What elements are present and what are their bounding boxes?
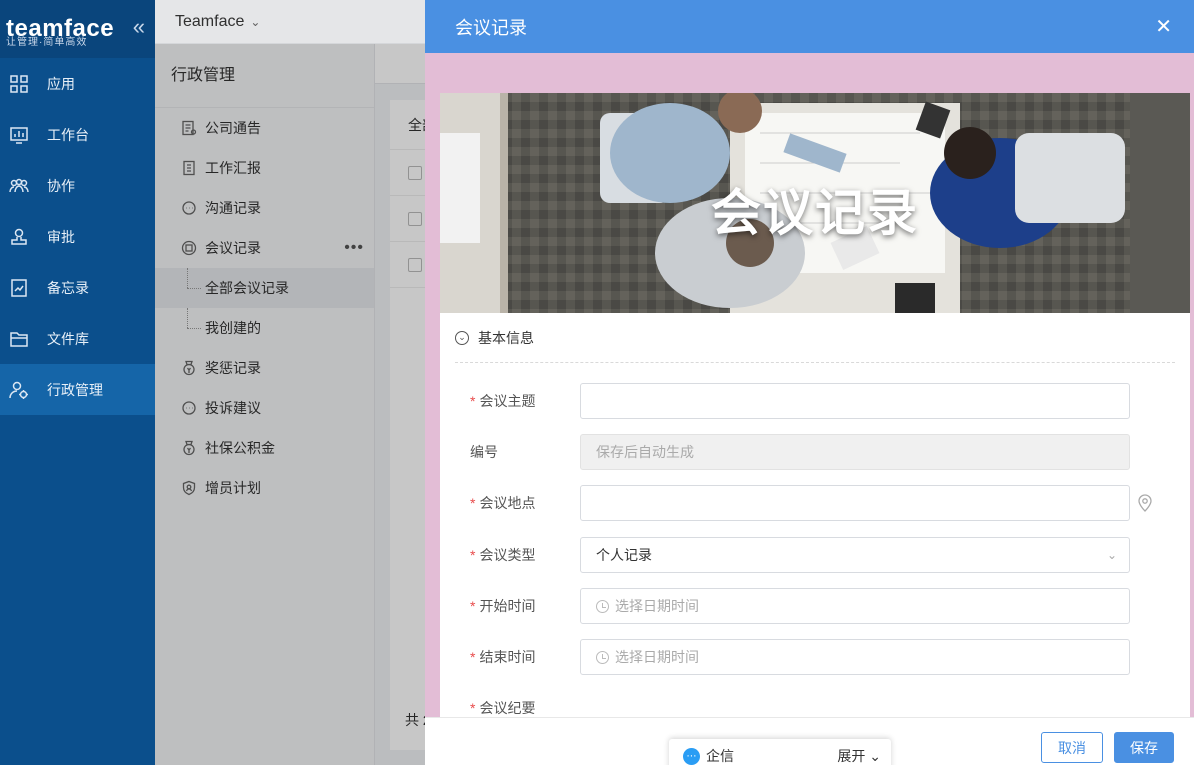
field-label: * 会议主题: [470, 391, 535, 411]
required-mark: *: [470, 495, 476, 511]
nav-item-collab[interactable]: 协作: [0, 160, 155, 211]
cancel-button[interactable]: 取消: [1041, 732, 1103, 763]
meeting-record-drawer: 会议记录 ✕ 会议记录 ⌄ 基本信息 * 会议主题 编号 保存后自动生成 * 会…: [425, 0, 1194, 765]
required-mark: *: [470, 393, 476, 409]
nav-item-label: 工作台: [47, 126, 89, 143]
type-selected-value: 个人记录: [596, 547, 652, 563]
field-label: * 结束时间: [470, 647, 535, 667]
type-select[interactable]: 个人记录 ⌄: [580, 537, 1130, 573]
field-label: * 会议类型: [470, 545, 535, 565]
chat-expand-label: 展开: [837, 748, 866, 764]
start-time-placeholder: 选择日期时间: [615, 598, 699, 614]
folder-icon: [8, 328, 30, 350]
team-icon: [8, 175, 30, 197]
field-start-time: * 开始时间 选择日期时间: [440, 588, 1190, 624]
section-basic-info[interactable]: ⌄ 基本信息: [455, 313, 1175, 363]
required-mark: *: [470, 700, 476, 716]
end-time-placeholder: 选择日期时间: [615, 649, 699, 665]
nav-item-label: 行政管理: [47, 381, 103, 398]
primary-sidebar: teamface 让管理·简单高效 « 应用 工作台 协作 审批 备忘录 文件库…: [0, 0, 155, 765]
chat-bubble-icon: ⋯: [683, 747, 700, 765]
logo-slogan: 让管理·简单高效: [6, 37, 88, 48]
location-pin-icon[interactable]: [1136, 493, 1154, 513]
dashboard-icon: [8, 124, 30, 146]
number-input: 保存后自动生成: [580, 434, 1130, 470]
admin-icon: [8, 379, 30, 401]
field-label-text: 结束时间: [479, 649, 536, 665]
nav-item-approval[interactable]: 审批: [0, 211, 155, 262]
field-label-text: 开始时间: [479, 598, 536, 614]
drawer-title: 会议记录: [455, 17, 527, 38]
end-time-picker[interactable]: 选择日期时间: [580, 639, 1130, 675]
grid-icon: [8, 73, 30, 95]
number-placeholder: 保存后自动生成: [596, 444, 694, 460]
collapse-sidebar-button[interactable]: «: [133, 14, 145, 40]
nav-item-label: 审批: [47, 228, 75, 245]
overlay-mask-top: [155, 0, 425, 44]
field-location: * 会议地点: [440, 485, 1190, 521]
field-subject: * 会议主题: [440, 383, 1190, 419]
field-label: * 会议纪要: [470, 698, 535, 717]
subject-input[interactable]: [580, 383, 1130, 419]
nav-item-label: 应用: [47, 75, 75, 92]
drawer-header: 会议记录 ✕: [425, 0, 1194, 53]
nav-item-label: 协作: [47, 177, 75, 194]
field-end-time: * 结束时间 选择日期时间: [440, 639, 1190, 675]
field-label: * 开始时间: [470, 596, 535, 616]
save-button[interactable]: 保存: [1114, 732, 1174, 763]
field-summary: * 会议纪要: [440, 690, 1190, 717]
form-card: 会议记录 ⌄ 基本信息 * 会议主题 编号 保存后自动生成 * 会议地点 * 会议类型…: [440, 93, 1190, 717]
chat-widget[interactable]: ⋯ 企信 展开 ⌄: [669, 739, 891, 765]
close-icon[interactable]: ✕: [1155, 14, 1172, 39]
banner-title: 会议记录: [711, 185, 919, 241]
clock-icon: [596, 599, 609, 613]
collapse-circle-icon[interactable]: ⌄: [455, 330, 469, 345]
field-number: 编号 保存后自动生成: [440, 434, 1190, 470]
nav-item-workbench[interactable]: 工作台: [0, 109, 155, 160]
chevron-down-icon: ⌄: [1106, 548, 1117, 562]
chat-label: 企信: [706, 748, 734, 764]
field-type: * 会议类型 个人记录 ⌄: [440, 537, 1190, 573]
field-label-text: 编号: [470, 444, 498, 460]
clock-icon: [596, 650, 609, 664]
nav-item-label: 文件库: [47, 330, 89, 347]
required-mark: *: [470, 649, 476, 665]
drawer-footer: ⋯ 企信 展开 ⌄ 取消 保存: [425, 717, 1194, 765]
field-label-text: 会议纪要: [479, 700, 536, 716]
chat-expand-button[interactable]: 展开 ⌄: [837, 746, 881, 765]
field-label: * 会议地点: [470, 493, 535, 513]
memo-icon: [8, 277, 30, 299]
nav-item-memo[interactable]: 备忘录: [0, 262, 155, 313]
nav-item-apps[interactable]: 应用: [0, 58, 155, 109]
required-mark: *: [470, 598, 476, 614]
field-label: 编号: [470, 442, 498, 462]
field-label-text: 会议类型: [479, 547, 536, 563]
start-time-picker[interactable]: 选择日期时间: [580, 588, 1130, 624]
meeting-banner-image: 会议记录: [440, 93, 1190, 313]
overlay-mask[interactable]: [155, 44, 425, 765]
nav-item-label: 备忘录: [47, 279, 89, 296]
approval-icon: [8, 226, 30, 248]
logo: teamface 让管理·简单高效 «: [0, 0, 155, 58]
field-label-text: 会议主题: [479, 393, 536, 409]
nav-item-admin[interactable]: 行政管理: [0, 364, 155, 415]
location-input[interactable]: [580, 485, 1130, 521]
required-mark: *: [470, 547, 476, 563]
field-label-text: 会议地点: [479, 495, 536, 511]
nav-item-files[interactable]: 文件库: [0, 313, 155, 364]
section-title: 基本信息: [478, 329, 534, 346]
